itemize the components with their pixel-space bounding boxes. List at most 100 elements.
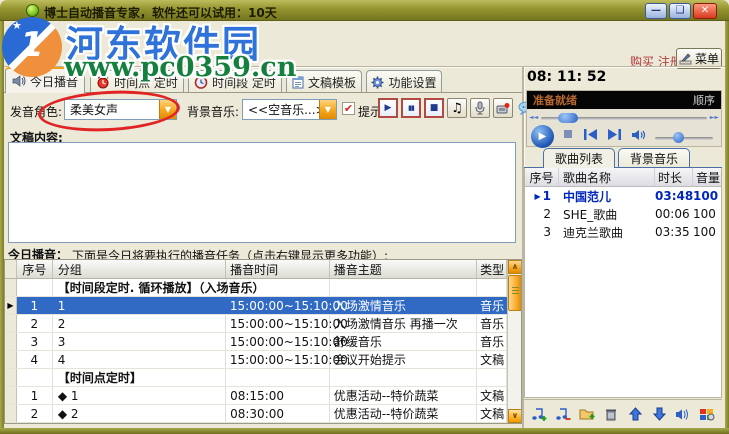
table-cell: 08:30:00	[226, 405, 330, 422]
bgm-value: <<空音乐...>>	[248, 103, 319, 117]
table-cell: 2	[17, 315, 53, 332]
volume-slider[interactable]	[655, 137, 713, 140]
tab-settings[interactable]: 功能设置	[366, 70, 442, 93]
add-folder-icon	[579, 409, 594, 420]
seek-thumb[interactable]	[557, 112, 578, 123]
list-item[interactable]: 3 迪克兰歌曲 03:35 100	[525, 223, 721, 241]
document-icon	[292, 76, 304, 88]
watermark-site-name: 河东软件园	[66, 23, 261, 66]
song-volume-button[interactable]	[672, 404, 694, 425]
table-cell: 音乐	[477, 297, 507, 314]
tab-song-list[interactable]: 歌曲列表	[543, 148, 615, 168]
seek-groove[interactable]	[541, 112, 707, 123]
speaker-icon	[12, 75, 26, 87]
table-row[interactable]: 1 ◆ 1 08:15:00 优惠活动--特价蔬菜 文稿	[5, 387, 507, 405]
table-cell	[227, 279, 331, 296]
remove-song-button[interactable]	[552, 404, 574, 425]
table-cell: ◆ 2	[53, 405, 227, 422]
add-song-button[interactable]	[528, 404, 550, 425]
close-button[interactable]: ✕	[693, 3, 717, 19]
table-cell	[5, 405, 17, 422]
table-row[interactable]: 2 2 15:00:00~15:10:00 入场激情音乐 再播一次 音乐	[5, 315, 507, 333]
seek-back-icon[interactable]: ◄◄	[529, 115, 538, 121]
seek-forward-icon[interactable]: ►►	[710, 115, 719, 121]
play-button[interactable]: ▶	[378, 98, 398, 118]
scroll-up-button[interactable]: ∧	[508, 260, 521, 274]
table-row[interactable]: 2 ◆ 2 08:30:00 优惠活动--特价蔬菜 文稿	[5, 405, 507, 423]
table-cell	[17, 369, 53, 386]
add-folder-button[interactable]	[576, 404, 598, 425]
table-cell: ◆ 3	[53, 423, 226, 424]
player-stop-button[interactable]	[563, 129, 573, 139]
minimize-button[interactable]: —	[645, 3, 667, 19]
table-row[interactable]: 4 4 15:00:00~15:10:00 会议开始提示 文稿	[5, 351, 507, 369]
table-row[interactable]: 【时间点定时】	[5, 369, 507, 387]
table-cell	[5, 351, 17, 368]
table-row[interactable]: 3◆ 308:34:00商场宣传--多次文稿	[5, 423, 507, 424]
record-device-button[interactable]	[493, 98, 513, 118]
script-content-textarea[interactable]	[8, 142, 516, 243]
add-song-icon	[532, 407, 547, 421]
player-mute-button[interactable]	[631, 129, 647, 141]
table-cell	[5, 369, 17, 386]
table-cell: 入场激情音乐	[330, 297, 478, 314]
media-mixer-button[interactable]	[696, 404, 718, 425]
table-row[interactable]: 【时间段定时. 循环播放】（入场音乐）	[5, 279, 508, 297]
bgm-select[interactable]: <<空音乐...>> ▼	[242, 99, 337, 120]
player-play-button[interactable]: ▶	[531, 125, 554, 148]
volume-knob[interactable]	[673, 132, 684, 143]
list-item[interactable]: 2 SHE_歌曲 00:06 100	[525, 205, 721, 223]
pencil-icon	[679, 53, 692, 65]
tab-time-range[interactable]: 时间段 定时	[188, 70, 282, 93]
tab-today-broadcast[interactable]: 今日播音	[5, 67, 85, 93]
col-time: 播音时间	[226, 260, 330, 278]
tab-background-music[interactable]: 背景音乐	[618, 148, 690, 168]
pause-button[interactable]: ▮▮	[401, 98, 421, 118]
voice-role-label: 发音角色:	[10, 105, 63, 119]
move-down-button[interactable]	[648, 404, 670, 425]
tab-time-point[interactable]: 时间点 定时	[90, 70, 184, 93]
table-cell	[17, 279, 53, 296]
player-prev-button[interactable]	[583, 129, 598, 140]
table-cell: 音乐	[477, 315, 507, 332]
scrollbar-thumb[interactable]	[508, 275, 521, 311]
table-row[interactable]: ▶ 1 1 15:00:00~15:10:00 入场激情音乐 音乐	[5, 297, 507, 315]
chevron-down-icon[interactable]: ▼	[319, 100, 336, 119]
task-table: 序号 分组 播音时间 播音主题 类型 【时间段定时. 循环播放】（入场音乐） ▶ 1…	[4, 259, 522, 424]
song-seq: ▶ 1	[534, 189, 551, 203]
record-device-icon	[496, 102, 510, 113]
seek-bar[interactable]: ◄◄ ►►	[529, 112, 719, 124]
table-cell: 文稿	[477, 387, 507, 404]
play-mode[interactable]: 顺序	[693, 92, 715, 108]
beep-checkbox[interactable]: ✔	[342, 102, 355, 115]
move-up-button[interactable]	[624, 404, 646, 425]
music-note-button[interactable]: ♫	[447, 98, 467, 118]
chevron-down-icon[interactable]: ▼	[159, 100, 176, 119]
delete-button[interactable]	[600, 404, 622, 425]
tab-label: 时间点 定时	[114, 75, 178, 90]
bgm-label: 背景音乐:	[187, 105, 240, 119]
table-cell	[477, 279, 508, 296]
voice-role-select[interactable]: 柔美女声 ▼	[64, 99, 177, 120]
maximize-button[interactable]: ❑	[669, 3, 691, 19]
voice-role-value: 柔美女声	[70, 103, 119, 117]
arrow-down-icon	[652, 407, 666, 421]
tab-script-template[interactable]: 文稿模板	[286, 70, 362, 93]
col-duration: 时长	[655, 168, 693, 186]
col-volume: 音量	[696, 170, 721, 185]
song-volume: 100	[693, 207, 716, 221]
task-table-header: 序号 分组 播音时间 播音主题 类型	[5, 260, 507, 279]
table-cell: 【时间点定时】	[53, 369, 227, 386]
microphone-button[interactable]	[470, 98, 490, 118]
player-next-button[interactable]	[607, 129, 622, 140]
table-cell: 1	[53, 297, 226, 314]
stop-button[interactable]: ■	[424, 98, 444, 118]
table-row[interactable]: 3 3 15:00:00~15:10:00 舒缓音乐 音乐	[5, 333, 507, 351]
buy-link[interactable]: 购买	[630, 53, 654, 70]
playlist-toolbar	[524, 399, 722, 428]
scroll-down-button[interactable]: ∨	[508, 409, 521, 423]
list-item[interactable]: ▶ 1 中国范儿 03:48 100	[525, 187, 721, 205]
table-cell: 15:00:00~15:10:00	[226, 333, 348, 350]
task-table-scrollbar[interactable]: ∧ ∨	[507, 260, 521, 423]
app-window: 博士自动播音专家，软件还可以试用：10天 — ❑ ✕ 购买 注册 菜单 今日播音…	[0, 0, 729, 434]
